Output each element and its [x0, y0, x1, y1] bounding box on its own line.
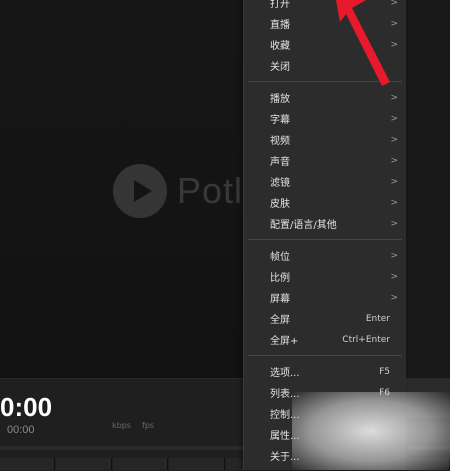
menu-item-label: 声音 — [270, 157, 290, 168]
menu-item[interactable]: 视频 > — [244, 129, 406, 150]
menu-item[interactable]: 滤镜 > — [244, 171, 406, 192]
control-button[interactable] — [56, 458, 112, 470]
elapsed-time: 0:00 — [0, 392, 53, 422]
menu-separator — [248, 239, 402, 240]
menu-item[interactable]: 字幕 > — [244, 108, 406, 129]
submenu-arrow-icon: > — [390, 218, 398, 229]
submenu-arrow-icon: > — [390, 176, 398, 187]
menu-item-label: 选项... — [270, 368, 300, 379]
menu-item-label: 直播 — [270, 20, 290, 31]
submenu-arrow-icon: > — [390, 292, 398, 303]
menu-item-label: 比例 — [270, 273, 290, 284]
logo-text: Potl — [177, 170, 244, 211]
menu-item-label: 视频 — [270, 136, 290, 147]
submenu-arrow-icon: > — [390, 250, 398, 261]
submenu-arrow-icon: > — [390, 92, 398, 103]
menu-item-label: 打开 — [270, 0, 290, 10]
watermark-overlay — [292, 392, 450, 470]
submenu-arrow-icon: > — [390, 197, 398, 208]
menu-item-label: 屏幕 — [270, 294, 290, 305]
menu-item[interactable]: 帧位 > — [244, 245, 406, 266]
total-time: 00:00 — [7, 424, 35, 436]
menu-item[interactable]: 全屏 Enter — [244, 308, 406, 329]
control-button[interactable] — [169, 458, 225, 470]
submenu-arrow-icon: > — [390, 134, 398, 145]
control-button[interactable] — [112, 458, 169, 470]
submenu-arrow-icon: > — [390, 155, 398, 166]
menu-item[interactable]: 屏幕 > — [244, 287, 406, 308]
menu-item-label: 全屏+ — [270, 336, 299, 347]
menu-item-label: 皮肤 — [270, 199, 290, 210]
menu-item[interactable]: 播放 > — [244, 87, 406, 108]
playlist-edge — [405, 0, 450, 378]
menu-item-shortcut: Ctrl+Enter — [342, 334, 390, 345]
menu-item[interactable]: 比例 > — [244, 266, 406, 287]
submenu-arrow-icon: > — [390, 271, 398, 282]
menu-item-label: 关闭 — [270, 62, 290, 73]
menu-item-label: 配置/语言/其他 — [270, 220, 337, 231]
bitrate-label: kbps — [112, 421, 131, 430]
menu-separator — [248, 355, 402, 356]
menu-item-label: 收藏 — [270, 41, 290, 52]
play-logo-icon — [113, 164, 167, 218]
menu-item-shortcut: F5 — [379, 366, 390, 377]
menu-item-label: 滤镜 — [270, 178, 290, 189]
menu-item[interactable]: 皮肤 > — [244, 192, 406, 213]
menu-item-label: 播放 — [270, 94, 290, 105]
potplayer-logo: Potl — [113, 163, 243, 219]
menu-item-label: 字幕 — [270, 115, 290, 126]
menu-item[interactable]: 声音 > — [244, 150, 406, 171]
submenu-arrow-icon: > — [390, 113, 398, 124]
menu-item-label: 全屏 — [270, 315, 290, 326]
menu-item[interactable]: 选项... F5 — [244, 361, 406, 382]
menu-item[interactable]: 配置/语言/其他 > — [244, 213, 406, 234]
menu-item[interactable]: 全屏+ Ctrl+Enter — [244, 329, 406, 350]
menu-item-shortcut: Enter — [365, 313, 390, 324]
fps-label: fps — [142, 421, 155, 430]
control-button[interactable] — [0, 458, 56, 470]
menu-item-label: 帧位 — [270, 252, 290, 263]
annotation-arrow-icon — [336, 0, 390, 86]
